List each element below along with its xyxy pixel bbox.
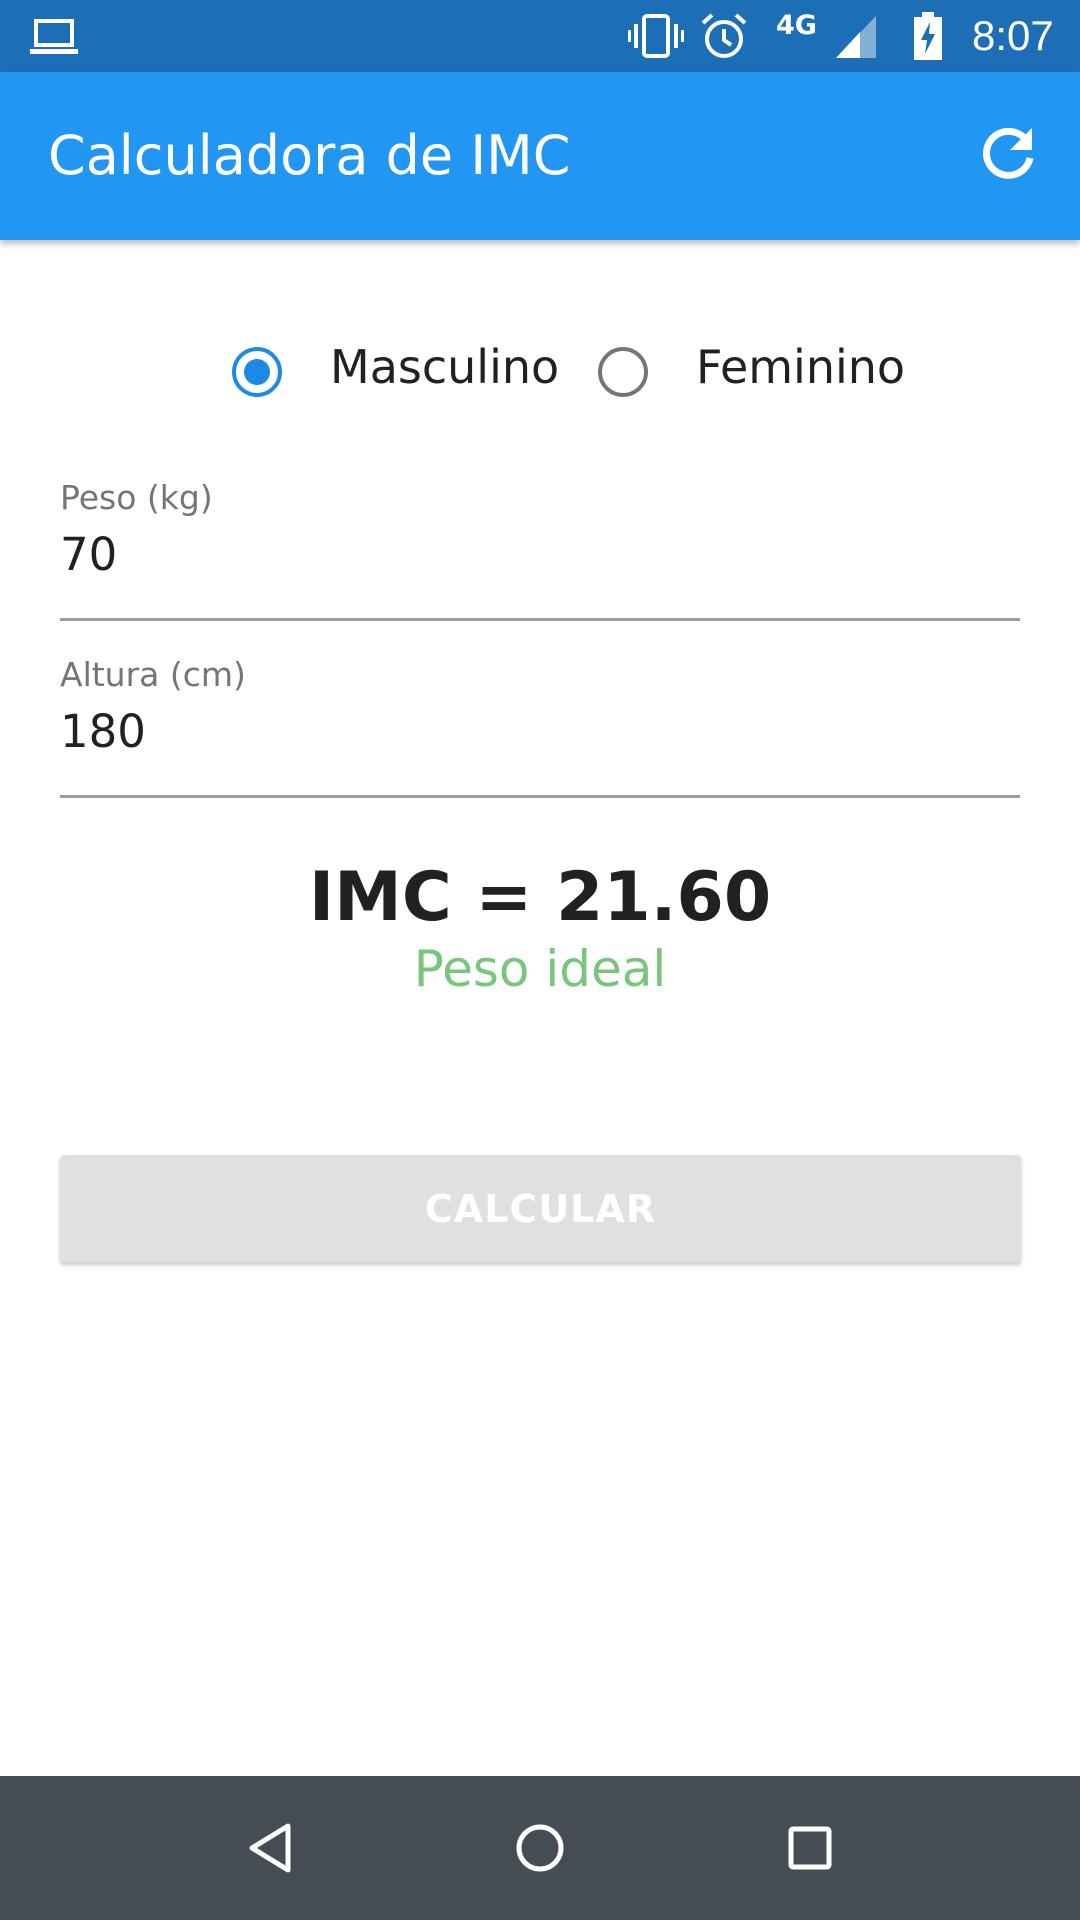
radio-label-feminino[interactable]: Feminino xyxy=(696,340,905,394)
alarm-icon xyxy=(701,13,747,58)
radio-unselected-icon[interactable] xyxy=(596,345,650,399)
altura-input[interactable]: 180 xyxy=(60,705,146,758)
altura-underline xyxy=(60,795,1020,798)
refresh-icon[interactable] xyxy=(976,122,1040,186)
laptop-icon xyxy=(30,19,78,54)
altura-field[interactable]: Altura (cm) 180 xyxy=(60,655,1020,805)
altura-label: Altura (cm) xyxy=(60,655,246,694)
peso-label: Peso (kg) xyxy=(60,478,213,517)
peso-field[interactable]: Peso (kg) 70 xyxy=(60,478,1020,628)
status-bar: 4G 8:07 xyxy=(0,0,1080,72)
peso-input[interactable]: 70 xyxy=(60,528,117,581)
radio-feminino[interactable]: Feminino xyxy=(596,330,916,414)
radio-label-masculino[interactable]: Masculino xyxy=(330,340,559,394)
calcular-button[interactable]: CALCULAR xyxy=(60,1155,1021,1262)
network-type: 4G xyxy=(776,10,817,41)
radio-masculino[interactable]: Masculino xyxy=(230,330,560,414)
calcular-button-label[interactable]: CALCULAR xyxy=(60,1187,1021,1231)
app-bar: Calculadora de IMC xyxy=(0,72,1080,240)
peso-underline xyxy=(60,618,1020,621)
navigation-bar xyxy=(0,1776,1080,1920)
radio-selected-icon[interactable] xyxy=(230,345,284,399)
back-icon[interactable] xyxy=(234,1812,306,1884)
vibrate-icon xyxy=(628,14,684,58)
recents-icon[interactable] xyxy=(774,1812,846,1884)
page-title: Calculadora de IMC xyxy=(48,124,571,187)
gender-radio-group: Masculino Feminino xyxy=(0,330,1080,414)
signal-icon xyxy=(836,16,876,58)
imc-status: Peso ideal xyxy=(413,940,667,998)
status-time: 8:07 xyxy=(972,12,1054,59)
battery-charging-icon xyxy=(914,12,942,60)
home-icon[interactable] xyxy=(504,1812,576,1884)
imc-result: IMC = 21.60 xyxy=(308,858,772,937)
